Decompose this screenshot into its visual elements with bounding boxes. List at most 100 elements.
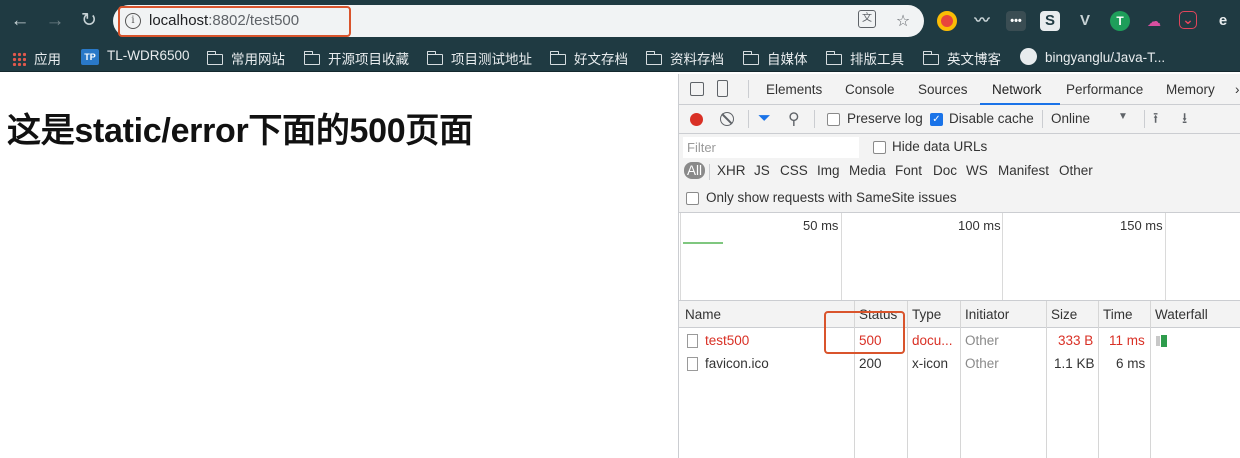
- dots-ext-icon[interactable]: •••: [1006, 11, 1026, 31]
- translate-icon[interactable]: 文: [858, 10, 876, 28]
- timeline-gridline: [1002, 213, 1003, 300]
- preserve-log-label: Preserve log: [847, 111, 923, 126]
- cloud-ext-icon[interactable]: ☁: [1144, 11, 1164, 31]
- timeline-tick: 100 ms: [958, 218, 1001, 233]
- column-header-waterfall[interactable]: Waterfall: [1155, 307, 1208, 322]
- hide-data-urls-label: Hide data URLs: [892, 139, 988, 154]
- bookmark-folder-opensource[interactable]: 开源项目收藏: [303, 48, 409, 68]
- vue-ext-icon[interactable]: V: [1075, 11, 1095, 31]
- type-filter-other[interactable]: Other: [1059, 163, 1093, 178]
- filter-input[interactable]: Filter: [683, 137, 859, 158]
- timeline-tick: 150 ms: [1120, 218, 1163, 233]
- bookmark-folder-layout-tools[interactable]: 排版工具: [825, 48, 904, 68]
- import-har-icon[interactable]: ⭱: [1153, 108, 1158, 133]
- forward-arrow-icon[interactable]: →: [43, 9, 67, 33]
- e-ext-icon[interactable]: e: [1213, 11, 1233, 31]
- timeline-tick: 50 ms: [803, 218, 839, 233]
- column-header-size[interactable]: Size: [1051, 307, 1077, 322]
- samesite-checkbox[interactable]: [686, 192, 699, 205]
- column-header-name[interactable]: Name: [685, 307, 721, 322]
- network-overview-timeline: 50 ms 100 ms 150 ms: [679, 213, 1240, 301]
- pocket-ext-icon[interactable]: ⌄: [1179, 11, 1197, 29]
- search-icon[interactable]: ⚲: [788, 109, 800, 129]
- bookmark-folder-test-urls[interactable]: 项目测试地址: [426, 48, 532, 68]
- t-ext-icon[interactable]: T: [1110, 11, 1130, 31]
- network-request-table: Name Status Type Initiator Size Time Wat…: [679, 301, 1240, 458]
- more-tabs-chevron-icon[interactable]: ›: [1235, 82, 1240, 97]
- folder-icon: [303, 51, 320, 65]
- type-filter-img[interactable]: Img: [817, 163, 840, 178]
- bookmark-tl-wdr6500[interactable]: TP TL-WDR6500: [81, 48, 190, 65]
- document-file-icon: [687, 334, 698, 348]
- export-har-icon[interactable]: ⭳: [1182, 108, 1187, 133]
- s-ext-icon[interactable]: S: [1040, 11, 1060, 31]
- bookmark-folder-english-blogs[interactable]: 英文博客: [922, 48, 1001, 68]
- toolbar-divider: [1042, 110, 1043, 128]
- type-filter-ws[interactable]: WS: [966, 163, 988, 178]
- column-header-type[interactable]: Type: [912, 307, 941, 322]
- type-filter-all[interactable]: All: [684, 162, 706, 179]
- waterfall-waiting-bar: [1156, 336, 1160, 346]
- hide-data-urls-checkbox[interactable]: [873, 141, 886, 154]
- chart-ext-icon[interactable]: 〰: [972, 11, 992, 31]
- folder-icon: [742, 51, 759, 65]
- chrome-ext-icon[interactable]: [937, 11, 957, 31]
- request-name[interactable]: favicon.ico: [705, 356, 769, 371]
- folder-icon: [922, 51, 939, 65]
- bookmark-folder-materials[interactable]: 资料存档: [645, 48, 724, 68]
- request-time: 6 ms: [1116, 356, 1146, 371]
- bookmark-label: 资料存档: [670, 52, 724, 67]
- page-title: 这是static/error下面的500页面: [7, 112, 473, 150]
- type-filter-doc[interactable]: Doc: [933, 163, 957, 178]
- disable-cache-label: Disable cache: [949, 111, 1034, 126]
- type-filter-css[interactable]: CSS: [780, 163, 808, 178]
- bookmark-github[interactable]: bingyanglu/Java-T...: [1020, 48, 1165, 65]
- bookmark-label: bingyanglu/Java-T...: [1045, 50, 1166, 65]
- throttling-select[interactable]: Online: [1051, 111, 1090, 126]
- toolbar-divider: [814, 110, 815, 128]
- apps-grid-icon: [12, 52, 26, 66]
- url-annotation-box: [118, 6, 351, 37]
- tab-memory[interactable]: Memory: [1166, 82, 1215, 97]
- bookmark-apps[interactable]: 应用: [12, 48, 61, 68]
- type-filter-font[interactable]: Font: [895, 163, 922, 178]
- back-arrow-icon[interactable]: ←: [8, 9, 32, 33]
- type-filter-xhr[interactable]: XHR: [717, 163, 746, 178]
- column-divider: [1046, 301, 1047, 458]
- bookmarks-bar: 应用 TP TL-WDR6500 常用网站 开源项目收藏 项目测试地址 好文存档 …: [0, 42, 1240, 72]
- tab-sources[interactable]: Sources: [918, 82, 968, 97]
- samesite-label: Only show requests with SameSite issues: [706, 190, 957, 205]
- folder-icon: [645, 51, 662, 65]
- record-icon[interactable]: [690, 113, 703, 126]
- timeline-gridline: [680, 213, 681, 300]
- reload-icon[interactable]: ↻: [77, 9, 101, 33]
- type-filter-js[interactable]: JS: [754, 163, 770, 178]
- disable-cache-checkbox[interactable]: ✓: [930, 113, 943, 126]
- bookmark-folder-common-sites[interactable]: 常用网站: [206, 48, 285, 68]
- bookmark-label: 开源项目收藏: [328, 52, 409, 67]
- tab-elements[interactable]: Elements: [766, 82, 822, 97]
- tab-performance[interactable]: Performance: [1066, 82, 1143, 97]
- inspect-element-icon[interactable]: [690, 82, 704, 96]
- toolbar-divider: [748, 110, 749, 128]
- tab-console[interactable]: Console: [845, 82, 895, 97]
- column-header-initiator[interactable]: Initiator: [965, 307, 1009, 322]
- tab-network[interactable]: Network: [992, 82, 1042, 97]
- bookmark-folder-articles[interactable]: 好文存档: [549, 48, 628, 68]
- column-header-time[interactable]: Time: [1103, 307, 1133, 322]
- clear-icon[interactable]: [720, 112, 734, 126]
- filter-funnel-icon[interactable]: ⏷: [758, 110, 771, 128]
- preserve-log-checkbox[interactable]: [827, 113, 840, 126]
- bookmark-star-icon[interactable]: ☆: [893, 11, 913, 31]
- devtools-panel: Elements Console Sources Network Perform…: [678, 74, 1240, 458]
- bookmark-label: 项目测试地址: [451, 52, 532, 67]
- bookmark-label: 自媒体: [767, 52, 808, 67]
- column-divider: [907, 301, 908, 458]
- type-filter-manifest[interactable]: Manifest: [998, 163, 1049, 178]
- request-status: 200: [859, 356, 882, 371]
- chevron-down-icon[interactable]: ▼: [1118, 111, 1128, 122]
- type-filter-media[interactable]: Media: [849, 163, 886, 178]
- request-name[interactable]: test500: [705, 333, 749, 348]
- bookmark-folder-media[interactable]: 自媒体: [742, 48, 808, 68]
- device-toolbar-icon[interactable]: [717, 80, 728, 97]
